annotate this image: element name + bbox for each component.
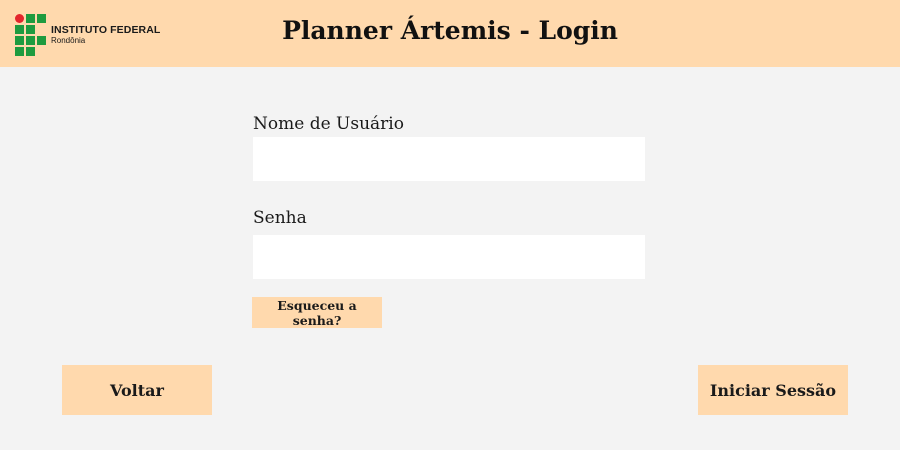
back-button[interactable]: Voltar [62, 365, 212, 415]
forgot-password-button[interactable]: Esqueceu a senha? [252, 297, 382, 328]
header-bar: INSTITUTO FEDERAL Rondônia Planner Ártem… [0, 0, 900, 67]
password-label: Senha [253, 208, 307, 228]
page-title: Planner Ártemis - Login [282, 16, 618, 45]
login-button[interactable]: Iniciar Sessão [698, 365, 848, 415]
username-label: Nome de Usuário [253, 114, 404, 134]
username-input[interactable] [253, 137, 645, 181]
password-input[interactable] [253, 235, 645, 279]
